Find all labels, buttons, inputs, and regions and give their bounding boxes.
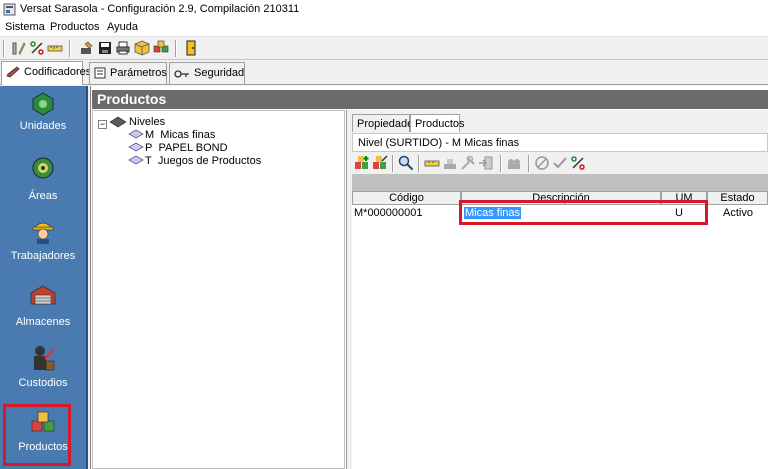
custodian-icon [34,346,55,371]
scale-icon [444,159,456,169]
print-icon[interactable] [115,40,131,56]
edit-product-icon[interactable] [372,155,388,171]
cell-codigo[interactable]: M*000000001 [352,206,461,221]
cell-estado[interactable]: Activo [707,206,768,221]
percent-icon[interactable] [29,40,45,56]
nav-item-custodios[interactable]: Custodios [0,344,86,404]
window-title: Versat Sarasola - Configuración 2.9, Com… [20,3,300,15]
package-icon[interactable] [134,40,150,56]
tree-root-icon [109,116,127,128]
toolbar-separator [3,40,5,57]
tree-node-code: M [145,129,155,141]
levels-tree: − Niveles M Micas finas P PAPEL BOND T J… [92,110,345,469]
tab-seguridad[interactable]: Seguridad [169,62,245,84]
nav-item-areas[interactable]: Áreas [0,156,86,216]
percent-icon[interactable] [570,155,586,171]
tree-root-label[interactable]: Niveles [129,116,165,128]
ruler-icon[interactable] [424,155,440,171]
tree-node-icon [128,142,144,152]
tree-node-code: T [145,155,152,167]
tree-node-label: PAPEL BOND [158,142,228,154]
menu-bar: Sistema Productos Ayuda [0,19,768,37]
main-toolbar [0,37,768,60]
connect-icon[interactable] [79,40,95,56]
import-icon [479,156,493,170]
nav-label-trabajadores: Trabajadores [10,250,76,262]
warehouse-icon [30,285,56,305]
nav-item-unidades[interactable]: Unidades [0,92,86,152]
toolbar-separator [175,40,177,57]
tree-node-icon [128,155,144,165]
tab-parametros[interactable]: Parámetros [89,62,167,84]
tree-node-label: Micas finas [160,129,216,141]
tree-node-papel-bond[interactable]: P PAPEL BOND [145,142,228,154]
top-tab-bar: Codificadores Parámetros Seguridad [0,60,768,85]
tree-collapse-toggle[interactable]: − [98,120,107,129]
tab-productos[interactable]: Productos [410,114,465,132]
column-header-estado[interactable]: Estado [707,191,768,205]
nav-item-trabajadores[interactable]: Trabajadores [0,218,86,278]
worker-icon [32,222,54,244]
ruler-icon[interactable] [47,40,63,56]
column-header-codigo[interactable]: Código [352,191,461,205]
ruler-pencil-icon[interactable] [11,40,27,56]
level-caption: Nivel (SURTIDO) - M Micas finas [352,133,768,152]
menu-productos[interactable]: Productos [50,21,100,33]
menu-ayuda[interactable]: Ayuda [107,21,138,33]
nav-label-areas: Áreas [28,190,58,202]
tab-codificadores[interactable]: Codificadores [1,61,91,85]
areas-icon [32,157,54,179]
grid-group-band [352,174,768,191]
exit-door-icon[interactable] [183,40,199,56]
search-icon[interactable] [398,155,414,171]
tree-node-code: P [145,142,153,154]
packages-icon[interactable] [153,40,169,56]
tab-propiedades[interactable]: Propiedades [352,114,419,132]
group-icon [508,159,520,169]
productos-highlight-box [3,404,71,466]
tools-icon [461,155,475,170]
notepad-icon [94,67,106,79]
app-icon [3,3,16,16]
tree-node-juegos[interactable]: T Juegos de Productos [145,155,261,167]
title-bar: Versat Sarasola - Configuración 2.9, Com… [0,0,768,19]
description-highlight-box [459,200,708,225]
key-icon [174,70,189,78]
toolbar-separator [528,155,530,172]
pencil-icon [6,66,20,78]
tab-parametros-label: Parámetros [110,67,167,79]
check-icon [553,157,567,169]
nav-label-custodios: Custodios [18,377,68,389]
toolbar-separator [500,155,502,172]
toolbar-separator [392,155,394,172]
tab-codificadores-label: Codificadores [24,66,92,78]
nav-label-almacenes: Almacenes [15,316,71,328]
unidades-icon [32,92,54,116]
tree-node-label: Juegos de Productos [157,155,262,167]
tree-node-micas[interactable]: M Micas finas [145,129,215,141]
page-title: Productos [92,90,768,109]
grid-toolbar [352,152,768,174]
disable-icon [535,156,549,170]
save-icon[interactable] [97,40,113,56]
nav-label-unidades: Unidades [19,120,67,132]
toolbar-separator [69,40,71,57]
nav-item-almacenes[interactable]: Almacenes [0,284,86,344]
tab-seguridad-label: Seguridad [194,67,245,79]
add-product-icon[interactable] [354,155,370,171]
products-grid: Código Descripción UM Estado M*000000001… [352,191,768,469]
toolbar-separator [418,155,420,172]
tree-node-icon [128,129,144,139]
menu-sistema[interactable]: Sistema [5,21,45,33]
